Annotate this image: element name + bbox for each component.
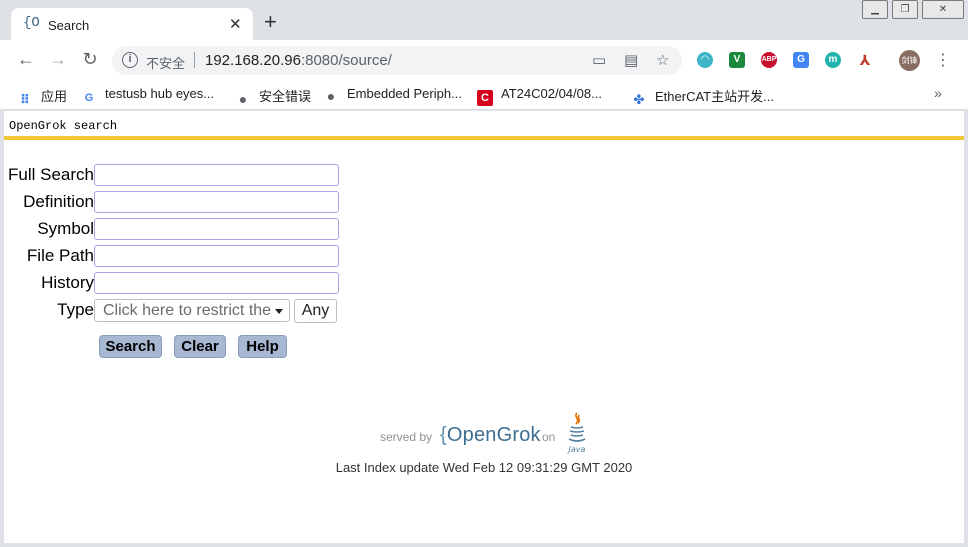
bookmark-at24c02[interactable]: C AT24C02/04/08... <box>477 86 602 106</box>
extension-v-icon[interactable]: V <box>729 52 745 68</box>
help-button[interactable]: Help <box>238 335 287 358</box>
opengrok-header: OpenGrok search <box>4 111 964 140</box>
omnibox-divider <box>194 52 195 68</box>
served-by-banner[interactable]: served by {OpenGrok on Java <box>380 411 590 457</box>
minimize-icon[interactable]: ▁ <box>862 0 888 19</box>
reload-icon[interactable]: ↻ <box>79 49 101 70</box>
more-bookmarks-icon[interactable]: » <box>934 85 942 101</box>
url-text[interactable]: 192.168.20.96:8080/source/ <box>205 52 392 69</box>
address-bar[interactable]: i 不安全 192.168.20.96:8080/source/ ▭ ▤ ☆ <box>112 46 682 75</box>
window-controls: ▁ ❐ ✕ <box>858 0 964 19</box>
java-logo-text: Java <box>567 445 586 454</box>
search-button[interactable]: Search <box>99 335 162 358</box>
definition-input[interactable] <box>94 191 339 213</box>
url-path: :8080/source/ <box>300 52 392 69</box>
tab-close-icon[interactable]: ✕ <box>229 15 242 33</box>
bookmark-label: EtherCAT主站开发... <box>655 89 774 104</box>
close-icon[interactable]: ✕ <box>922 0 964 19</box>
browser-tab[interactable]: {O Search ✕ <box>11 8 253 40</box>
file-path-label: File Path <box>26 246 94 265</box>
bookmark-apps[interactable]: ⠿ 应用 <box>17 86 67 108</box>
bookmark-label: Embedded Periph... <box>347 86 462 101</box>
bookmark-ethercat[interactable]: ✤ EtherCAT主站开发... <box>631 86 774 108</box>
info-icon[interactable]: i <box>122 52 138 68</box>
adblock-icon[interactable]: ABP <box>761 52 777 68</box>
globe-icon: ● <box>326 88 336 104</box>
symbol-label: Symbol <box>37 219 94 238</box>
opengrok-favicon-icon: {O <box>23 15 40 31</box>
bookmark-embedded[interactable]: ● Embedded Periph... <box>323 86 462 104</box>
insecure-label: 不安全 <box>146 56 186 71</box>
paw-icon: ✤ <box>633 92 645 107</box>
bookmark-label: 应用 <box>41 89 68 104</box>
file-path-input[interactable] <box>94 245 339 267</box>
bookmark-label: AT24C02/04/08... <box>501 86 602 101</box>
history-input[interactable] <box>94 272 339 294</box>
globe-icon: ● <box>238 91 248 107</box>
forward-icon[interactable]: → <box>47 49 69 70</box>
definition-label: Definition <box>23 192 94 211</box>
maximize-icon[interactable]: ❐ <box>892 0 918 19</box>
apps-icon: ⠿ <box>19 92 31 107</box>
title-bar: {O Search ✕ + ▁ ❐ ✕ <box>0 0 968 40</box>
google-translate-icon[interactable]: G <box>793 52 809 68</box>
bookmark-star-icon[interactable]: ☆ <box>656 51 669 69</box>
java-logo-icon: Java <box>567 412 586 454</box>
google-icon: G <box>84 92 94 104</box>
opengrok-brand-text: OpenGrok <box>446 424 541 446</box>
new-tab-icon[interactable]: + <box>264 11 277 33</box>
bookmark-testusb[interactable]: Gtestusb hub eyes... <box>81 86 214 106</box>
clear-button[interactable]: Clear <box>174 335 226 358</box>
type-any-option[interactable]: Any <box>294 299 337 323</box>
caret-down-icon <box>275 309 283 314</box>
full-search-label: Full Search <box>8 165 94 184</box>
browser-toolbar: ← → ↻ i 不安全 192.168.20.96:8080/source/ ▭… <box>0 40 968 80</box>
type-select[interactable]: Click here to restrict the <box>94 299 290 322</box>
last-index-update: Last Index update Wed Feb 12 09:31:29 GM… <box>335 460 633 475</box>
page-title: OpenGrok search <box>9 119 118 133</box>
bookmark-label: testusb hub eyes... <box>105 86 215 101</box>
type-label: Type <box>57 300 94 319</box>
full-search-input[interactable] <box>94 164 339 186</box>
bookmarks-bar: ⠿ 应用 Gtestusb hub eyes... ● 安全错误 ● Embedded… <box>0 80 968 110</box>
back-icon[interactable]: ← <box>15 49 37 70</box>
symbol-input[interactable] <box>94 218 339 240</box>
tab-title: Search <box>48 18 90 33</box>
served-by-text: served by <box>380 430 433 444</box>
opengrok-logo: {OpenGrok <box>440 424 541 446</box>
c-logo-icon: C <box>477 90 493 106</box>
url-host: 192.168.20.96 <box>205 52 301 69</box>
bookmark-label: 安全错误 <box>259 89 312 104</box>
pdf-icon[interactable]: ⅄ <box>857 52 873 68</box>
avatar[interactable]: 剑锋 <box>899 50 920 71</box>
menu-icon[interactable]: ⋮ <box>935 50 951 70</box>
served-on-text: on <box>542 430 556 444</box>
extension-swirl-icon[interactable]: ◠ <box>697 52 713 68</box>
page-viewport: OpenGrok search Full Search Definition S… <box>4 111 964 543</box>
history-label: History <box>41 273 94 292</box>
type-select-placeholder: Click here to restrict the <box>103 302 272 319</box>
translate-icon[interactable]: ▤ <box>624 51 638 69</box>
extension-m-icon[interactable]: m <box>825 52 841 68</box>
cast-icon[interactable]: ▭ <box>592 51 606 69</box>
bookmark-security-error[interactable]: ● 安全错误 <box>235 86 311 107</box>
